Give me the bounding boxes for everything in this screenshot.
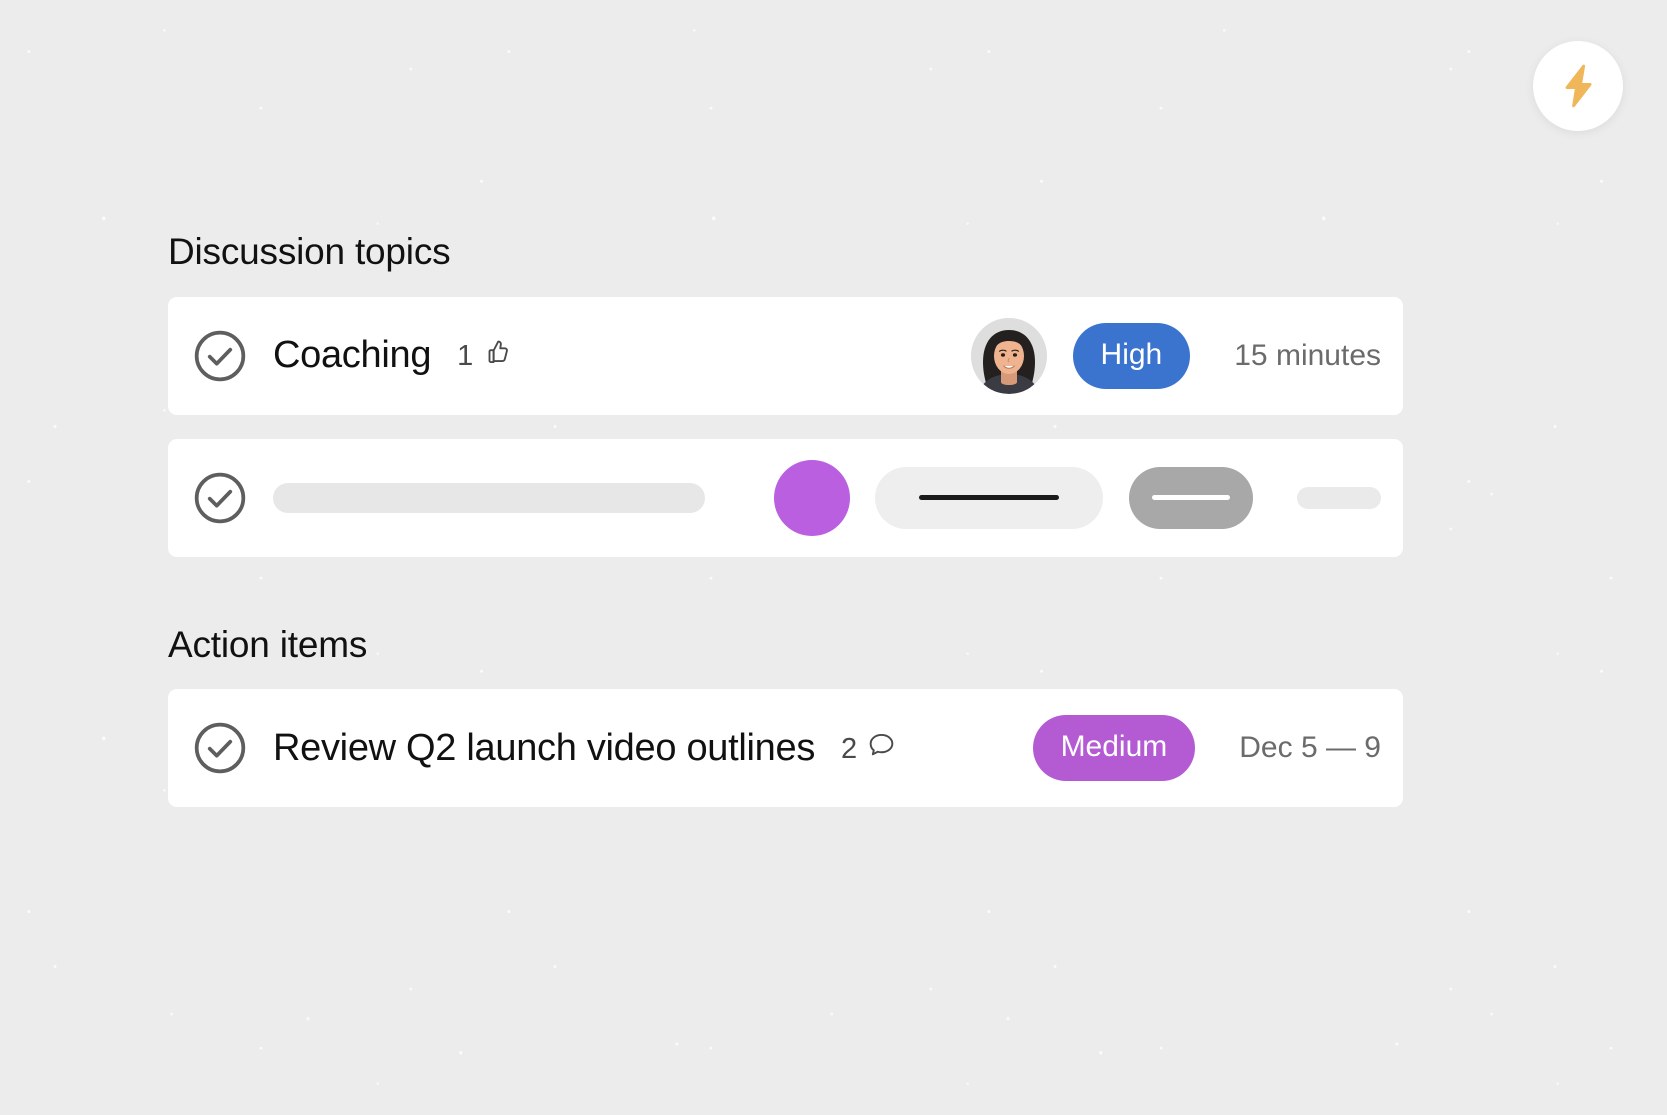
page-title: Action items [168,623,368,665]
priority-badge-medium[interactable]: Medium [1032,715,1196,782]
action-item-title: Review Q2 launch video outlines [273,726,816,769]
quick-action-button[interactable] [1533,41,1623,131]
check-circle-icon[interactable] [192,470,248,526]
discussion-topic-placeholder-row[interactable] [168,438,1403,557]
badge-placeholder-line [1152,495,1230,501]
avatar-placeholder [774,459,850,536]
action-item-row[interactable]: Review Q2 launch video outlines 2 Medium… [168,689,1403,808]
priority-badge-high[interactable]: High [1072,322,1191,389]
section-action-items: Action items Review Q2 launch video outl… [168,623,1403,808]
badge-placeholder-dark [1129,466,1253,529]
check-circle-icon[interactable] [192,328,248,384]
badge-placeholder-light [875,466,1103,529]
discussion-topic-row[interactable]: Coaching 1 High 15 minutes [168,296,1403,415]
reaction-count-value: 1 [457,340,474,373]
section-discussion-topics: Discussion topics Coaching 1 High 15 min… [168,231,1403,557]
duration-label: 15 minutes [1234,338,1381,372]
check-circle-icon[interactable] [192,720,248,776]
avatar[interactable] [970,317,1047,394]
meta-placeholder-bar [1297,486,1381,509]
date-range-label: Dec 5 — 9 [1239,731,1381,765]
page-content: Discussion topics Coaching 1 High 15 min… [168,231,1403,808]
comment-count-value: 2 [841,732,858,765]
lightning-bolt-icon [1556,63,1600,109]
title-placeholder-bar [273,482,705,513]
discussion-topic-title: Coaching [273,334,432,377]
comment-count[interactable]: 2 [841,729,897,768]
badge-placeholder-line [919,495,1059,501]
comment-bubble-icon [866,729,897,768]
reaction-count[interactable]: 1 [457,337,512,375]
thumbs-up-icon [482,337,512,375]
page-title: Discussion topics [168,231,451,272]
